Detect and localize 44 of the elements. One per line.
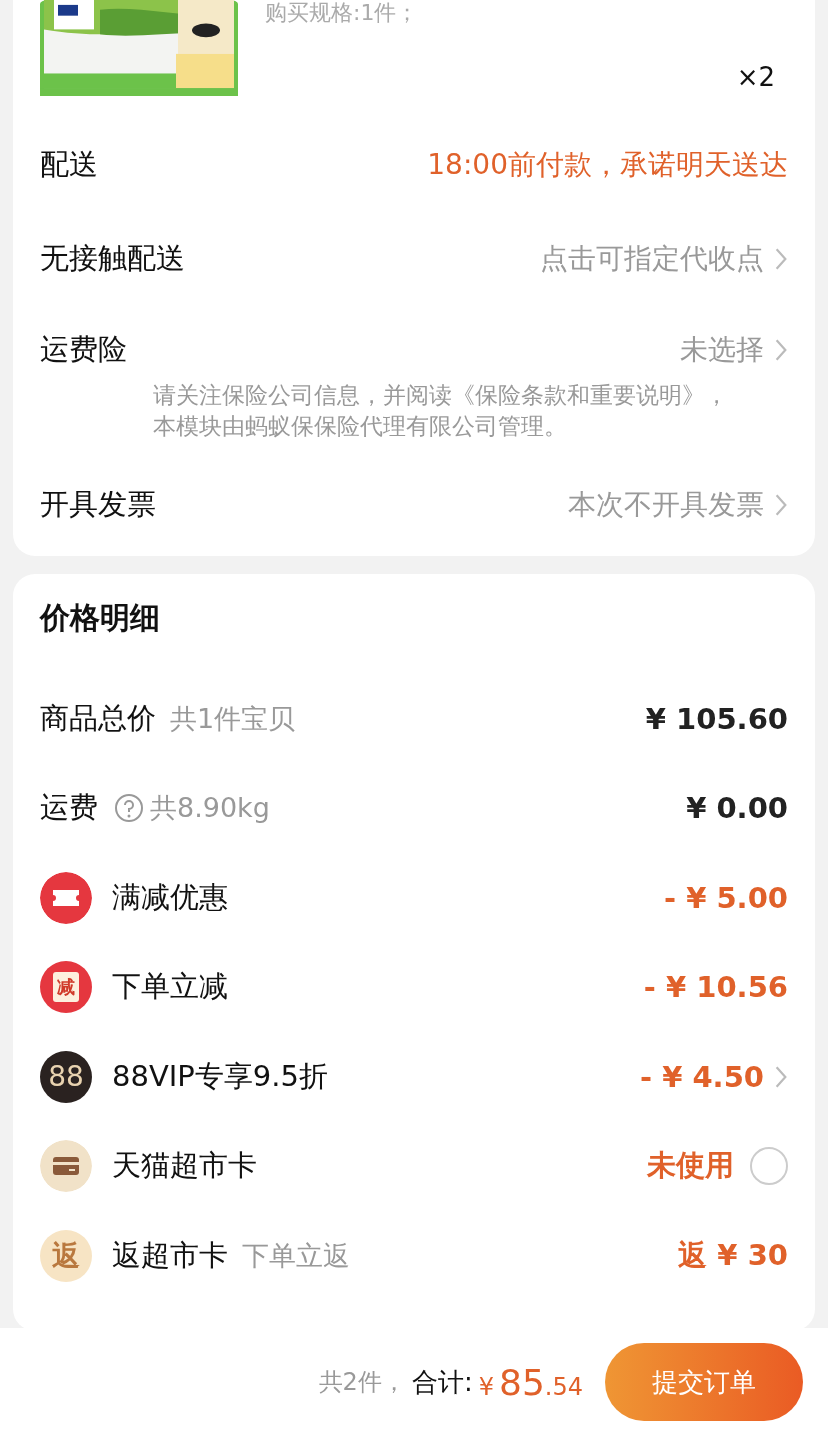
row-label: 返超市卡 — [112, 1236, 228, 1274]
row-amount: 返 ¥ 30 — [678, 1236, 788, 1274]
row-amount: - ¥ 4.50 — [640, 1059, 764, 1094]
row-hint: 共8.90kg — [150, 791, 270, 826]
quantity: ×2 — [736, 62, 775, 92]
row-amount: ¥ 0.00 — [686, 791, 788, 826]
product-spec: 购买规格:1件； — [265, 0, 420, 26]
row-label: 满减优惠 — [112, 878, 228, 916]
chevron-icon[interactable] — [774, 1064, 788, 1089]
item-count: 共2件， — [318, 1367, 406, 1398]
row-hint: 共1件宝贝 — [170, 701, 296, 736]
row-value: 18:00前付款，承诺明天送达 — [427, 147, 788, 183]
chevron-icon[interactable] — [774, 493, 788, 517]
submit-button[interactable]: 提交订单 — [605, 1343, 803, 1421]
card-icon — [40, 1140, 92, 1193]
row-label: 运费险 — [40, 331, 127, 368]
row-label: 无接触配送 — [40, 240, 185, 277]
row-value[interactable]: 点击可指定代收点 — [540, 240, 764, 278]
row-amount: 未使用 — [647, 1147, 734, 1185]
ticket-icon — [40, 871, 92, 924]
rebate-icon: 返 — [40, 1229, 92, 1282]
row-label: 天猫超市卡 — [112, 1147, 257, 1185]
insurance-note: 请关注保险公司信息，并阅读《保险条款和重要说明》，本模块由蚂蚁保保险代理有限公司管理。 — [152, 381, 729, 441]
row-amount: - ¥ 5.00 — [664, 880, 788, 915]
help-icon[interactable] — [114, 793, 144, 824]
discount-icon: 减 — [40, 961, 92, 1014]
vip-icon: 88 — [40, 1050, 92, 1103]
row-label: 开具发票 — [40, 486, 156, 523]
row-value[interactable]: 未选择 — [680, 331, 764, 369]
total-label: 合计: — [411, 1365, 473, 1399]
row-value[interactable]: 本次不开具发票 — [568, 486, 764, 524]
row-label: 运费 — [40, 789, 98, 827]
row-label: 配送 — [40, 146, 98, 183]
row-amount: ¥ 105.60 — [645, 701, 788, 736]
section-title: 价格明细 — [40, 599, 161, 637]
row-label: 商品总价 — [40, 699, 156, 737]
row-amount: - ¥ 10.56 — [643, 970, 788, 1005]
total-amount: ¥85.54 — [478, 1361, 583, 1403]
chevron-icon[interactable] — [774, 338, 788, 362]
row-label: 下单立减 — [112, 968, 228, 1006]
row-hint: 下单立返 — [242, 1238, 350, 1273]
radio-button[interactable] — [750, 1147, 788, 1186]
row-label: 88VIP专享9.5折 — [112, 1057, 328, 1095]
chevron-icon[interactable] — [774, 247, 788, 271]
